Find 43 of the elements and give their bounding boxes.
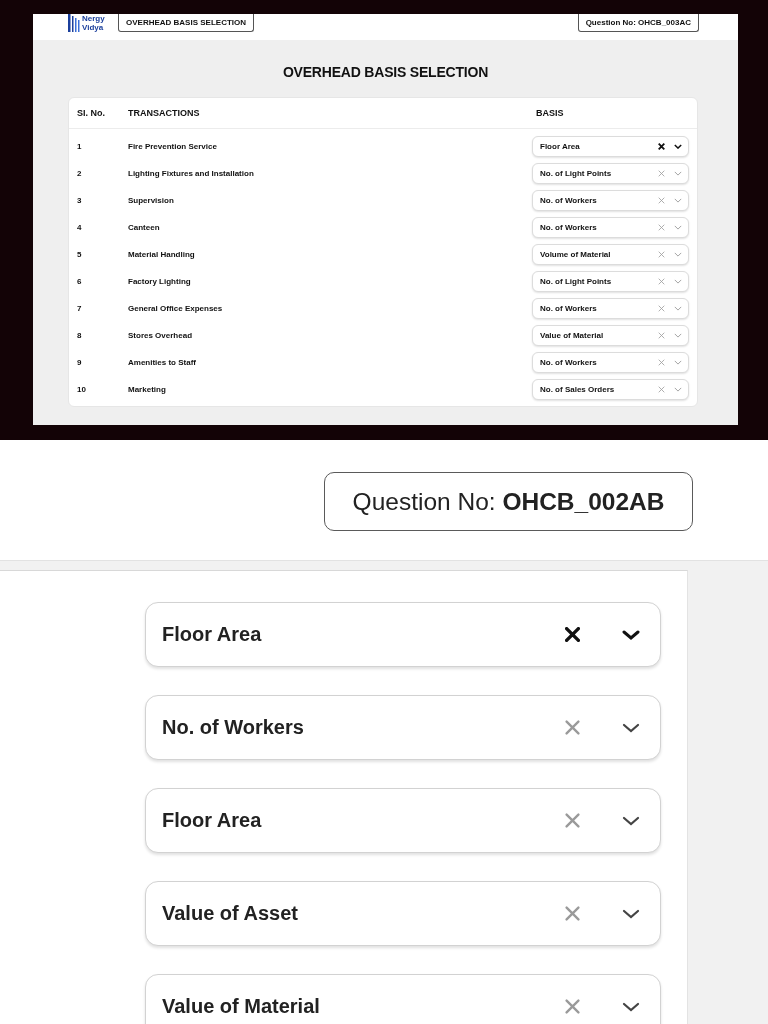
basis-select[interactable]: No. of Workers [145,695,661,760]
logo-icon [68,14,80,32]
table-cell-text: Lighting Fixtures and Installation [128,169,255,178]
column-header: BASIS [535,108,565,118]
chevron-down-icon[interactable] [674,144,682,149]
column-header: SI. No. [77,108,106,118]
table-cell-text: 7 [77,304,83,313]
page-title: OVERHEAD BASIS SELECTION [281,63,490,82]
chevron-down-icon[interactable] [622,908,640,919]
table-cell-text: Stores Overhead [128,331,194,340]
question-number-button[interactable]: Question No: OHCB_003AC [577,14,699,32]
clear-icon[interactable] [565,627,580,642]
table-cell-text: Canteen [128,223,161,232]
table-cell-text: 10 [77,385,87,394]
table-cell-text: Fire Prevention Service [128,142,218,151]
table-cell-text: 5 [77,250,83,259]
table-cell-text: Amenities to Staff [128,358,197,367]
table-cell-text: 6 [77,277,83,286]
question-number-button[interactable]: Question No: OHCB_002AB [324,472,693,531]
chevron-down-icon[interactable] [622,1001,640,1012]
table-cell-text: Marketing [128,385,167,394]
table-cell-text: Supervision [128,196,175,205]
page-title-button[interactable]: OVERHEAD BASIS SELECTION [118,14,254,32]
basis-select[interactable]: Value of Material [145,974,661,1024]
table-cell-text: 3 [77,196,83,205]
logo-text: Nergy Vidya [82,14,105,32]
table-cell-text: 1 [77,142,83,151]
table-cell-text: 8 [77,331,83,340]
chevron-down-icon[interactable] [622,629,640,640]
basis-select[interactable]: Floor Area [145,602,661,667]
basis-select[interactable]: Floor Area [532,136,689,157]
basis-select[interactable]: Floor Area [145,788,661,853]
table-cell-text: 2 [77,169,83,178]
chevron-down-icon[interactable] [622,722,640,733]
table-cell-text: Factory Lighting [128,277,192,286]
chevron-down-icon[interactable] [622,815,640,826]
clear-icon[interactable] [658,143,665,150]
basis-select[interactable]: Value of Asset [145,881,661,946]
table-cell-text: 4 [77,223,83,232]
table-cell-text: Material Handling [128,250,196,259]
column-header: TRANSACTIONS [128,108,201,118]
table-cell-text: 9 [77,358,83,367]
table-cell-text: General Office Expenses [128,304,224,313]
